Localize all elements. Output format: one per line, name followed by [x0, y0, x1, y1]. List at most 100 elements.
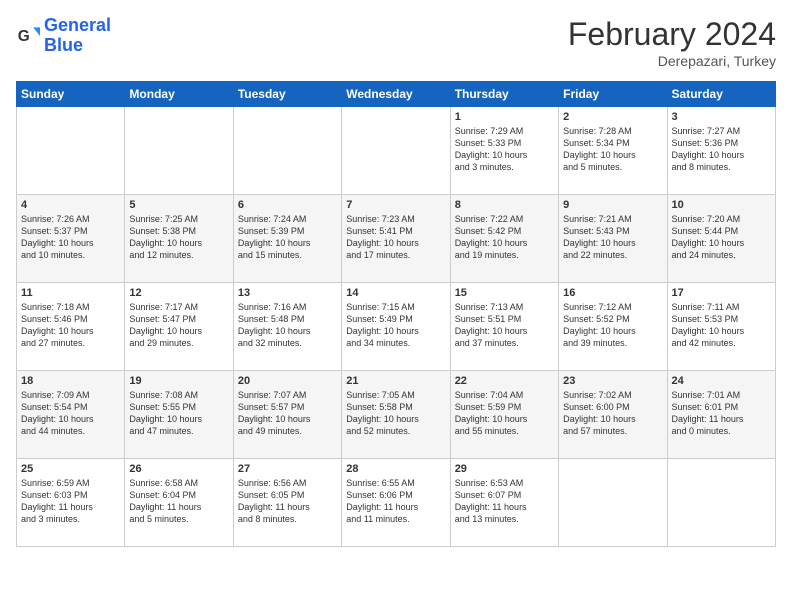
day-number: 24 [672, 375, 771, 387]
day-info: Sunrise: 6:58 AM Sunset: 6:04 PM Dayligh… [129, 477, 228, 526]
calendar-week-row: 18 Sunrise: 7:09 AM Sunset: 5:54 PM Dayli… [17, 371, 776, 459]
table-row: 12 Sunrise: 7:17 AM Sunset: 5:47 PM Dayli… [125, 283, 233, 371]
table-row: 26 Sunrise: 6:58 AM Sunset: 6:04 PM Dayli… [125, 459, 233, 547]
day-number: 3 [672, 111, 771, 123]
day-number: 2 [563, 111, 662, 123]
day-number: 21 [346, 375, 445, 387]
table-row: 18 Sunrise: 7:09 AM Sunset: 5:54 PM Dayli… [17, 371, 125, 459]
day-number: 28 [346, 463, 445, 475]
day-number: 23 [563, 375, 662, 387]
table-row: 29 Sunrise: 6:53 AM Sunset: 6:07 PM Dayli… [450, 459, 558, 547]
day-info: Sunrise: 7:27 AM Sunset: 5:36 PM Dayligh… [672, 125, 771, 174]
day-info: Sunrise: 7:02 AM Sunset: 6:00 PM Dayligh… [563, 389, 662, 438]
day-number: 20 [238, 375, 337, 387]
day-info: Sunrise: 7:26 AM Sunset: 5:37 PM Dayligh… [21, 213, 120, 262]
table-row: 11 Sunrise: 7:18 AM Sunset: 5:46 PM Dayli… [17, 283, 125, 371]
day-number: 11 [21, 287, 120, 299]
day-number: 15 [455, 287, 554, 299]
table-row [125, 107, 233, 195]
table-row: 22 Sunrise: 7:04 AM Sunset: 5:59 PM Dayli… [450, 371, 558, 459]
table-row: 4 Sunrise: 7:26 AM Sunset: 5:37 PM Daylig… [17, 195, 125, 283]
day-info: Sunrise: 7:07 AM Sunset: 5:57 PM Dayligh… [238, 389, 337, 438]
day-number: 27 [238, 463, 337, 475]
day-info: Sunrise: 7:18 AM Sunset: 5:46 PM Dayligh… [21, 301, 120, 350]
day-number: 6 [238, 199, 337, 211]
table-row: 21 Sunrise: 7:05 AM Sunset: 5:58 PM Dayli… [342, 371, 450, 459]
table-row: 13 Sunrise: 7:16 AM Sunset: 5:48 PM Dayli… [233, 283, 341, 371]
table-row: 14Sunrise: 7:15 AM Sunset: 5:49 PM Dayli… [342, 283, 450, 371]
day-info: Sunrise: 7:05 AM Sunset: 5:58 PM Dayligh… [346, 389, 445, 438]
page-header: G General Blue February 2024 Derepazari,… [16, 16, 776, 69]
logo-text: General Blue [44, 16, 111, 56]
day-number: 25 [21, 463, 120, 475]
day-info: Sunrise: 6:56 AM Sunset: 6:05 PM Dayligh… [238, 477, 337, 526]
table-row: 19 Sunrise: 7:08 AM Sunset: 5:55 PM Dayli… [125, 371, 233, 459]
table-row: 1Sunrise: 7:29 AM Sunset: 5:33 PM Daylig… [450, 107, 558, 195]
col-sunday: Sunday [17, 82, 125, 107]
svg-text:G: G [18, 28, 30, 45]
table-row: 8 Sunrise: 7:22 AM Sunset: 5:42 PM Daylig… [450, 195, 558, 283]
calendar-table: Sunday Monday Tuesday Wednesday Thursday… [16, 81, 776, 547]
day-info: Sunrise: 7:17 AM Sunset: 5:47 PM Dayligh… [129, 301, 228, 350]
day-number: 13 [238, 287, 337, 299]
day-number: 14 [346, 287, 445, 299]
day-number: 22 [455, 375, 554, 387]
day-number: 19 [129, 375, 228, 387]
day-info: Sunrise: 7:08 AM Sunset: 5:55 PM Dayligh… [129, 389, 228, 438]
day-info: Sunrise: 7:16 AM Sunset: 5:48 PM Dayligh… [238, 301, 337, 350]
day-info: Sunrise: 6:55 AM Sunset: 6:06 PM Dayligh… [346, 477, 445, 526]
col-thursday: Thursday [450, 82, 558, 107]
title-block: February 2024 Derepazari, Turkey [568, 16, 776, 69]
month-year-title: February 2024 [568, 16, 776, 53]
table-row [17, 107, 125, 195]
logo: G General Blue [16, 16, 111, 56]
day-info: Sunrise: 7:22 AM Sunset: 5:42 PM Dayligh… [455, 213, 554, 262]
day-number: 4 [21, 199, 120, 211]
day-info: Sunrise: 7:11 AM Sunset: 5:53 PM Dayligh… [672, 301, 771, 350]
day-number: 16 [563, 287, 662, 299]
table-row: 10Sunrise: 7:20 AM Sunset: 5:44 PM Dayli… [667, 195, 775, 283]
table-row [667, 459, 775, 547]
day-number: 29 [455, 463, 554, 475]
table-row: 3 Sunrise: 7:27 AM Sunset: 5:36 PM Daylig… [667, 107, 775, 195]
table-row: 16Sunrise: 7:12 AM Sunset: 5:52 PM Dayli… [559, 283, 667, 371]
day-info: Sunrise: 7:23 AM Sunset: 5:41 PM Dayligh… [346, 213, 445, 262]
table-row: 6 Sunrise: 7:24 AM Sunset: 5:39 PM Daylig… [233, 195, 341, 283]
logo-general: General [44, 15, 111, 35]
col-wednesday: Wednesday [342, 82, 450, 107]
table-row [342, 107, 450, 195]
table-row [559, 459, 667, 547]
day-number: 26 [129, 463, 228, 475]
day-number: 8 [455, 199, 554, 211]
day-number: 17 [672, 287, 771, 299]
day-info: Sunrise: 6:53 AM Sunset: 6:07 PM Dayligh… [455, 477, 554, 526]
calendar-week-row: 11 Sunrise: 7:18 AM Sunset: 5:46 PM Dayli… [17, 283, 776, 371]
day-info: Sunrise: 7:01 AM Sunset: 6:01 PM Dayligh… [672, 389, 771, 438]
logo-blue: Blue [44, 35, 83, 55]
table-row: 23 Sunrise: 7:02 AM Sunset: 6:00 PM Dayli… [559, 371, 667, 459]
day-number: 12 [129, 287, 228, 299]
calendar-header-row: Sunday Monday Tuesday Wednesday Thursday… [17, 82, 776, 107]
day-info: Sunrise: 7:04 AM Sunset: 5:59 PM Dayligh… [455, 389, 554, 438]
day-number: 5 [129, 199, 228, 211]
table-row: 28 Sunrise: 6:55 AM Sunset: 6:06 PM Dayli… [342, 459, 450, 547]
day-info: Sunrise: 7:09 AM Sunset: 5:54 PM Dayligh… [21, 389, 120, 438]
logo-icon: G [16, 24, 40, 48]
col-monday: Monday [125, 82, 233, 107]
table-row [233, 107, 341, 195]
calendar-week-row: 25Sunrise: 6:59 AM Sunset: 6:03 PM Dayli… [17, 459, 776, 547]
day-number: 10 [672, 199, 771, 211]
day-number: 18 [21, 375, 120, 387]
day-number: 7 [346, 199, 445, 211]
table-row: 17 Sunrise: 7:11 AM Sunset: 5:53 PM Dayli… [667, 283, 775, 371]
day-info: Sunrise: 7:21 AM Sunset: 5:43 PM Dayligh… [563, 213, 662, 262]
table-row: 25Sunrise: 6:59 AM Sunset: 6:03 PM Dayli… [17, 459, 125, 547]
table-row: 9 Sunrise: 7:21 AM Sunset: 5:43 PM Daylig… [559, 195, 667, 283]
table-row: 27 Sunrise: 6:56 AM Sunset: 6:05 PM Dayli… [233, 459, 341, 547]
day-info: Sunrise: 7:13 AM Sunset: 5:51 PM Dayligh… [455, 301, 554, 350]
day-info: Sunrise: 7:24 AM Sunset: 5:39 PM Dayligh… [238, 213, 337, 262]
day-number: 9 [563, 199, 662, 211]
col-saturday: Saturday [667, 82, 775, 107]
day-info: Sunrise: 7:28 AM Sunset: 5:34 PM Dayligh… [563, 125, 662, 174]
table-row: 20 Sunrise: 7:07 AM Sunset: 5:57 PM Dayli… [233, 371, 341, 459]
